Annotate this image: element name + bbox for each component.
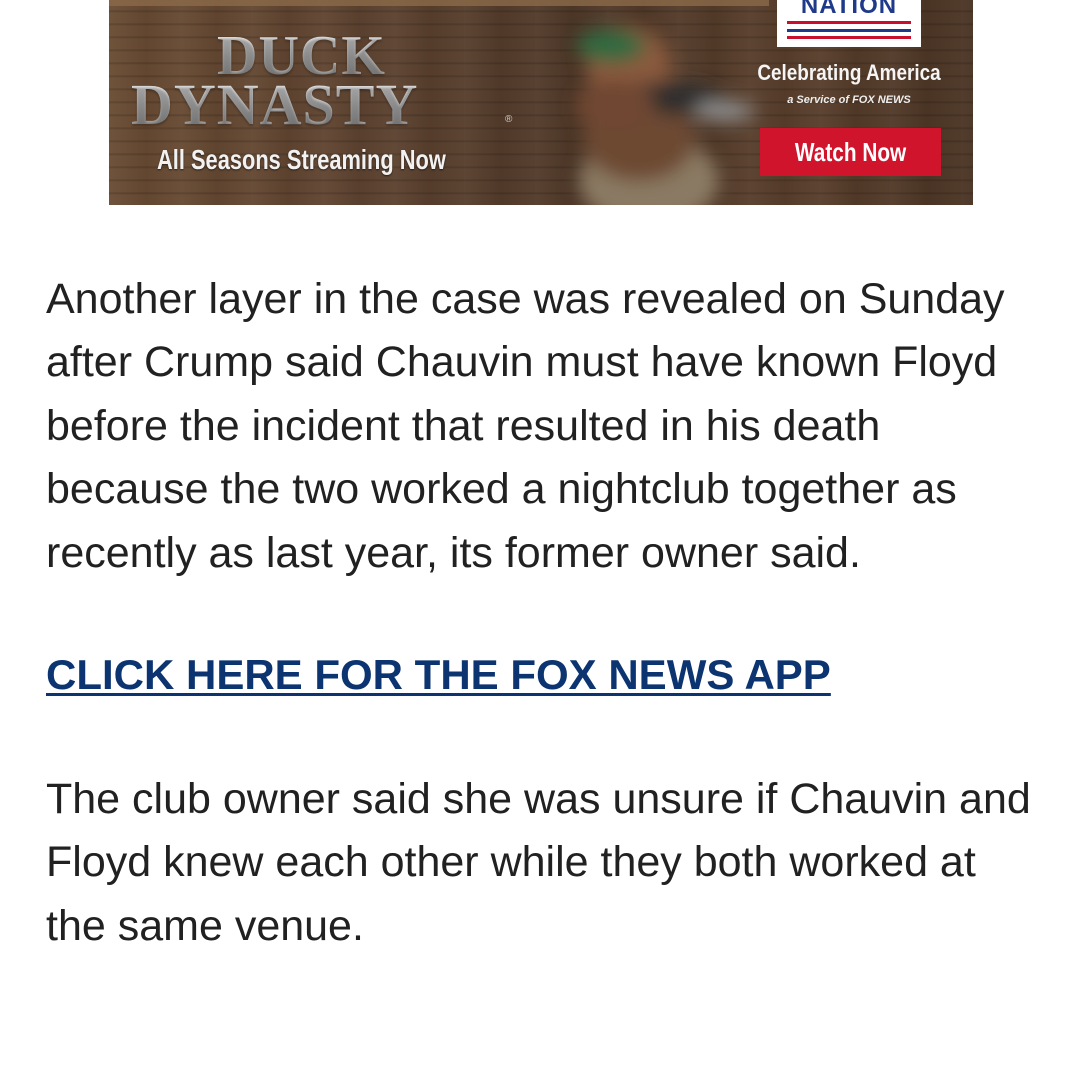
ad-service-of-fox-news: a Service of FOX NEWS (787, 94, 911, 106)
logo-stripe (787, 21, 911, 24)
logo-stripe (787, 36, 911, 39)
ad-tagline: All Seasons Streaming Now (157, 144, 446, 175)
article-body: Another layer in the case was revealed o… (46, 268, 1036, 958)
article-paragraph: The club owner said she was unsure if Ch… (46, 775, 1031, 950)
ad-top-border (109, 0, 769, 6)
blurred-duck-photo-icon (575, 26, 754, 205)
fox-news-app-link[interactable]: CLICK HERE FOR THE FOX NEWS APP (46, 649, 831, 701)
article-paragraph: Another layer in the case was revealed o… (46, 275, 1005, 577)
advertisement-banner[interactable]: DUCK DYNASTY ® All Seasons Streaming Now… (109, 0, 973, 205)
ad-title-dynasty: DYNASTY (131, 72, 419, 137)
watch-now-button[interactable]: Watch Now (760, 128, 941, 176)
ad-trademark: ® (505, 114, 513, 125)
nation-logo: NATION (777, 0, 921, 47)
nation-logo-text: NATION (800, 0, 898, 19)
watch-now-label: Watch Now (794, 136, 907, 167)
logo-stripe (787, 29, 911, 32)
ad-celebrating-america: Celebrating America (757, 60, 941, 85)
